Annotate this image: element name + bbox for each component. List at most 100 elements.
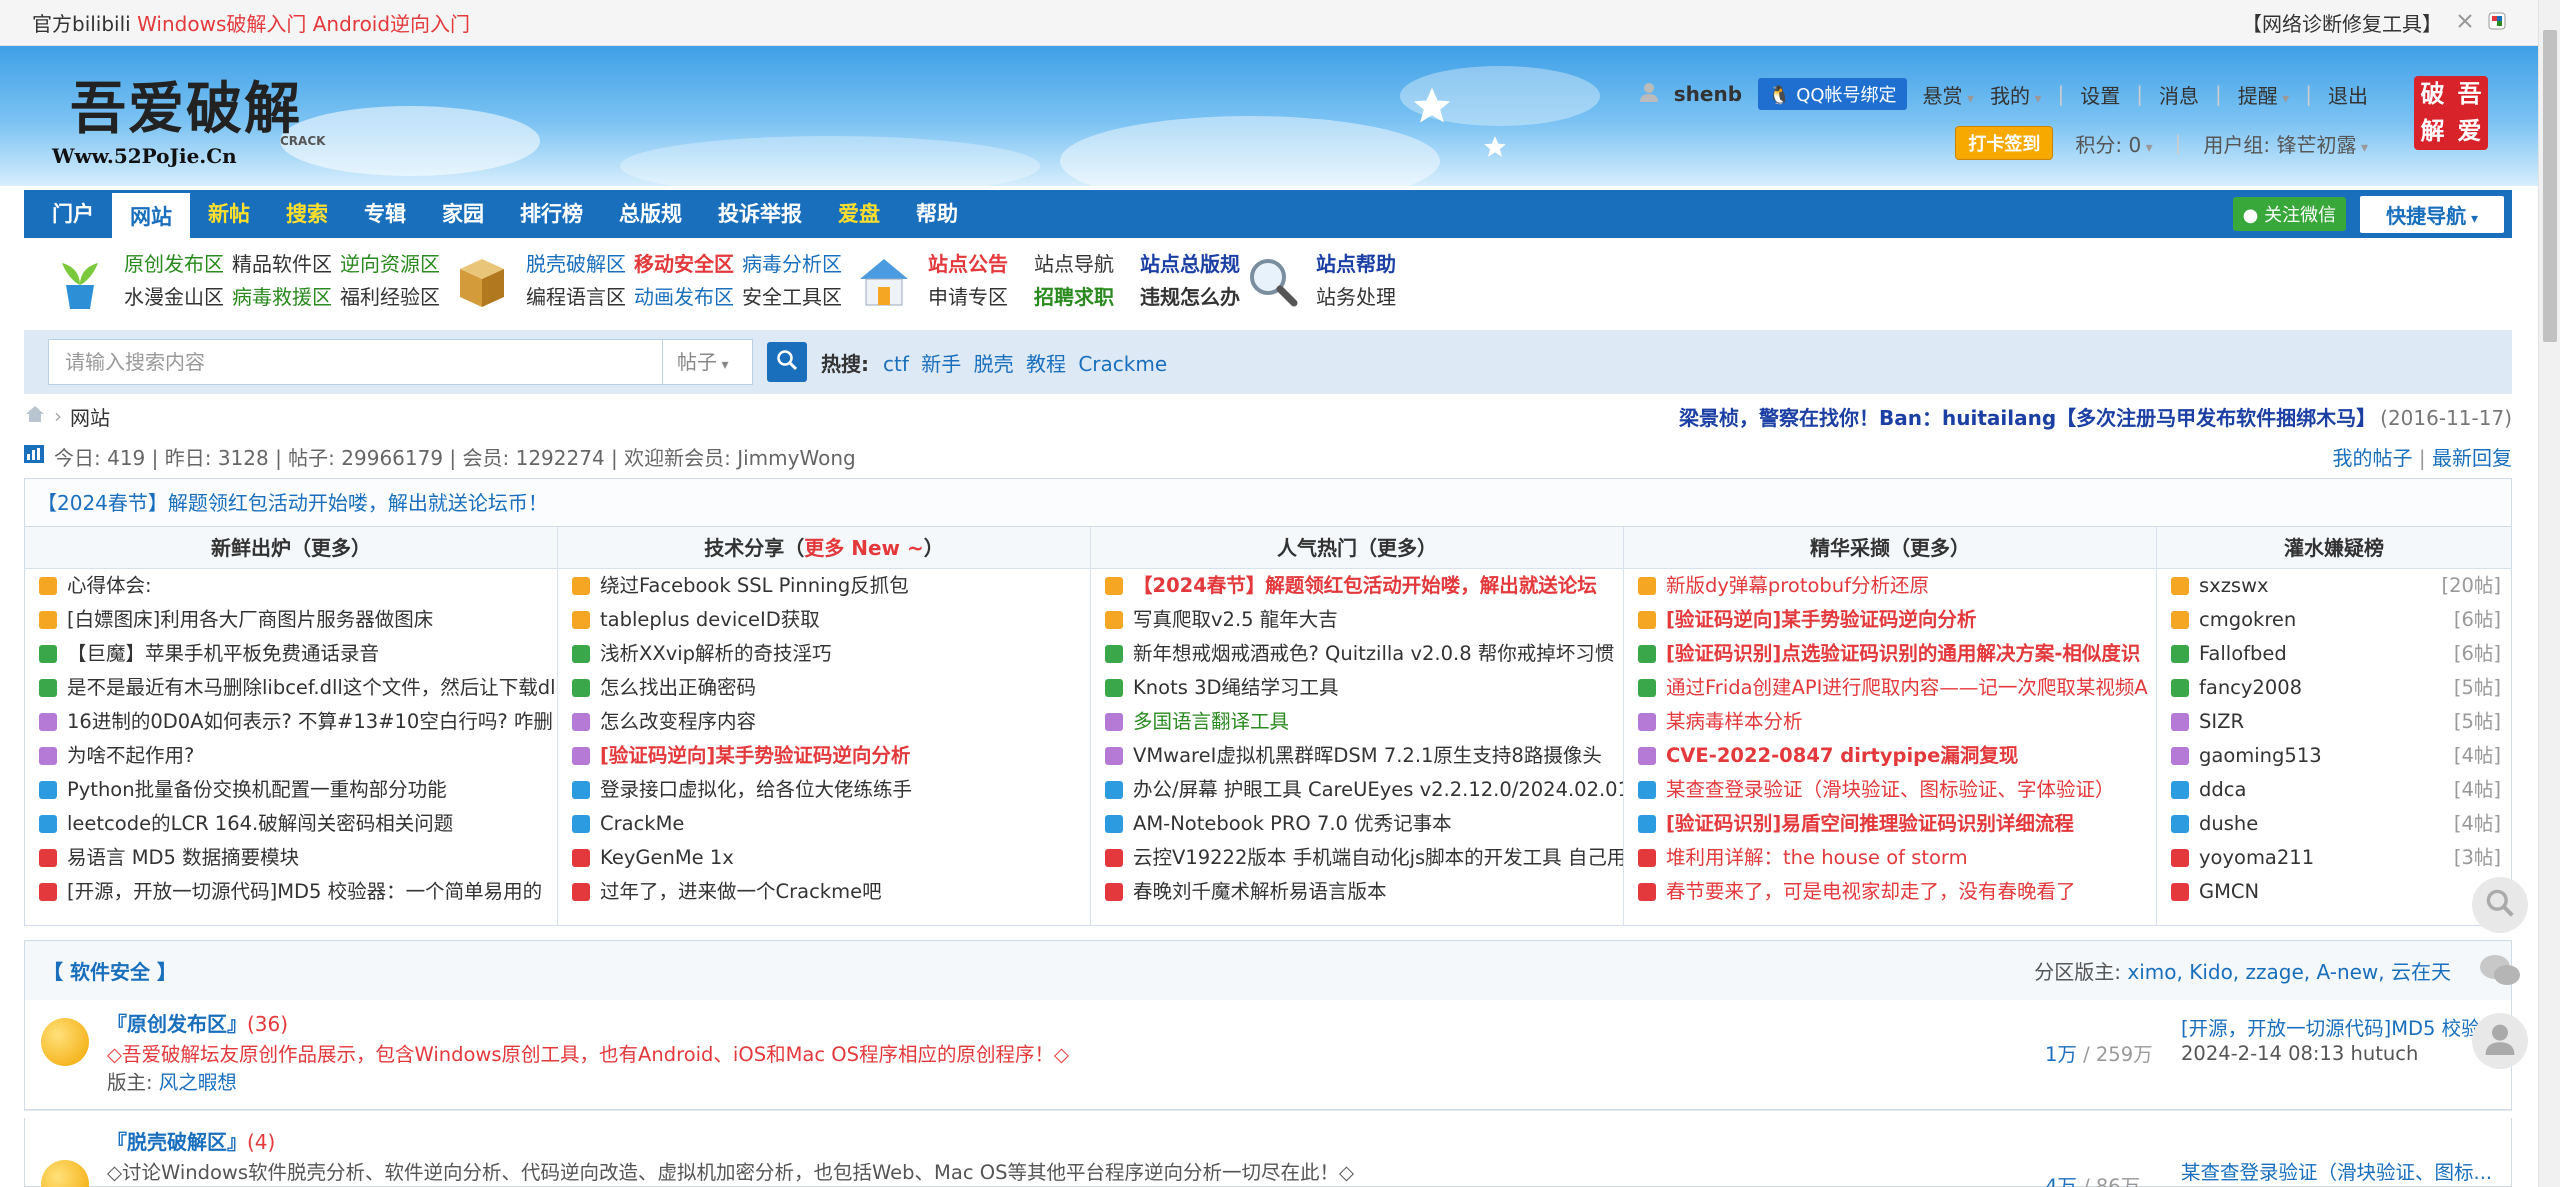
logout-link[interactable]: 退出 bbox=[2328, 80, 2368, 109]
search-type-select[interactable]: 帖子 ▾ bbox=[663, 339, 753, 385]
topic-item[interactable]: tableplus deviceID获取 bbox=[558, 603, 1090, 637]
reminders-menu[interactable]: 提醒 ▾ bbox=[2238, 80, 2289, 109]
topic-item[interactable]: 写真爬取v2.5 龍年大吉 bbox=[1091, 603, 1623, 637]
scrollbar[interactable] bbox=[2538, 0, 2560, 1187]
column-title[interactable]: 人气热门（更多） bbox=[1091, 527, 1623, 569]
topic-item[interactable]: [验证码识别]点选验证码识别的通用解决方案-相似度识 bbox=[1624, 637, 2156, 671]
topic-item[interactable]: [验证码逆向]某手势验证码逆向分析 bbox=[1624, 603, 2156, 637]
topic-item[interactable]: Python批量备份交换机配置一重构部分功能 bbox=[25, 773, 557, 807]
points-menu[interactable]: 积分: 0 ▾ bbox=[2075, 129, 2152, 158]
topic-item[interactable]: 某病毒样本分析 bbox=[1624, 705, 2156, 739]
column-title[interactable]: 技术分享（更多 New ~） bbox=[558, 527, 1090, 569]
reverse-resource-link[interactable]: 逆向资源区 bbox=[340, 248, 440, 281]
username-link[interactable]: shenb bbox=[1674, 82, 1742, 106]
topic-item[interactable]: 春晚刘千魔术解析易语言版本 bbox=[1091, 875, 1623, 909]
nav-report[interactable]: 投诉举报 bbox=[700, 190, 820, 238]
settings-link[interactable]: 设置 bbox=[2080, 80, 2120, 109]
topic-item[interactable]: 是不是最近有木马删除libcef.dll这个文件，然后让下载dl bbox=[25, 671, 557, 705]
home-icon[interactable] bbox=[24, 404, 46, 429]
nav-new-posts[interactable]: 新帖 bbox=[190, 190, 268, 238]
topic-item[interactable]: 春节要来了，可是电视家却走了，没有春晚看了 bbox=[1624, 875, 2156, 909]
nav-site[interactable]: 网站 bbox=[112, 190, 190, 238]
spam-rank-item[interactable]: fancy2008 [5帖] bbox=[2157, 671, 2511, 705]
nav-home[interactable]: 家园 bbox=[424, 190, 502, 238]
topic-item[interactable]: 浅析XXvip解析的奇技淫巧 bbox=[558, 637, 1090, 671]
search-button[interactable] bbox=[767, 342, 807, 382]
latest-reply-link[interactable]: 最新回复 bbox=[2432, 446, 2512, 470]
windows-crack-link[interactable]: Windows破解入门 bbox=[137, 12, 306, 36]
topic-item[interactable]: 办公/屏幕 护眼工具 CareUEyes v2.2.12.0/2024.02.0… bbox=[1091, 773, 1623, 807]
topic-item[interactable]: VMwareI虚拟机黑群晖DSM 7.2.1原生支持8路摄像头 bbox=[1091, 739, 1623, 773]
site-logo[interactable]: 吾爱破解 Www.52PoJie.Cn CRACK bbox=[40, 64, 340, 174]
topic-item[interactable]: CVE-2022-0847 dirtypipe漏洞复现 bbox=[1624, 739, 2156, 773]
forum-row[interactable]: 『脱壳破解区』(4) ◇讨论Windows软件脱壳分析、软件逆向分析、代码逆向改… bbox=[24, 1118, 2512, 1187]
color-palette-icon[interactable] bbox=[2488, 11, 2506, 35]
site-announcement[interactable]: 梁景桢，警察在找你！Ban：huitailang【多次注册马甲发布软件捆绑木马】… bbox=[1679, 402, 2512, 431]
nav-portal[interactable]: 门户 bbox=[34, 190, 112, 238]
float-wechat-button[interactable] bbox=[2472, 945, 2528, 1001]
my-menu[interactable]: 我的 ▾ bbox=[1990, 80, 2041, 109]
bilibili-link[interactable]: 官方bilibili bbox=[32, 12, 131, 36]
site-navigation-link[interactable]: 站点导航 bbox=[1034, 248, 1114, 281]
column-title[interactable]: 新鲜出炉（更多） bbox=[25, 527, 557, 569]
float-user-button[interactable] bbox=[2472, 1013, 2528, 1069]
site-notice-link[interactable]: 站点公告 bbox=[928, 248, 1008, 281]
nav-rules[interactable]: 总版规 bbox=[601, 190, 700, 238]
close-icon[interactable] bbox=[2456, 11, 2474, 35]
topic-item[interactable]: AM-Notebook PRO 7.0 优秀记事本 bbox=[1091, 807, 1623, 841]
hot-search-item[interactable]: 教程 bbox=[1026, 352, 1066, 376]
reward-menu[interactable]: 悬赏 ▾ bbox=[1923, 80, 1974, 109]
android-reverse-link[interactable]: Android逆向入门 bbox=[313, 12, 470, 36]
spam-rank-item[interactable]: SIZR [5帖] bbox=[2157, 705, 2511, 739]
topic-item[interactable]: 绕过Facebook SSL Pinning反抓包 bbox=[558, 569, 1090, 603]
forum-last-post[interactable]: [开源，开放一切源代码]MD5 校验器 bbox=[2181, 1012, 2501, 1041]
topic-item[interactable]: 堆利用详解：the house of storm bbox=[1624, 841, 2156, 875]
forum-last-post[interactable]: 某查查登录验证（滑块验证、图标... bbox=[2181, 1156, 2501, 1185]
topic-item[interactable]: 新年想戒烟戒酒戒色? Quitzilla v2.0.8 帮你戒掉坏习惯 bbox=[1091, 637, 1623, 671]
topic-item[interactable]: CrackMe bbox=[558, 807, 1090, 841]
topic-item[interactable]: 云控V19222版本 手机端自动化js脚本的开发工具 自己用 bbox=[1091, 841, 1623, 875]
topic-item[interactable]: 易语言 MD5 数据摘要模块 bbox=[25, 841, 557, 875]
topic-item[interactable]: Knots 3D绳结学习工具 bbox=[1091, 671, 1623, 705]
nav-help[interactable]: 帮助 bbox=[898, 190, 976, 238]
section-title[interactable]: 【 软件安全 】 bbox=[43, 956, 177, 985]
topic-item[interactable]: 新版dy弹幕protobuf分析还原 bbox=[1624, 569, 2156, 603]
hot-search-item[interactable]: ctf bbox=[883, 352, 909, 376]
original-release-link[interactable]: 原创发布区 bbox=[124, 248, 224, 281]
forum-name[interactable]: 『脱壳破解区』(4) bbox=[107, 1126, 275, 1155]
topic-item[interactable]: 通过Frida创建API进行爬取内容——记一次爬取某视频A bbox=[1624, 671, 2156, 705]
topic-item[interactable]: 为啥不起作用? bbox=[25, 739, 557, 773]
quick-nav-button[interactable]: 快捷导航 ▾ bbox=[2360, 195, 2504, 233]
topic-item[interactable]: 某查查登录验证（滑块验证、图标验证、字体验证） bbox=[1624, 773, 2156, 807]
site-help-link[interactable]: 站点帮助 bbox=[1316, 248, 1396, 281]
topic-item[interactable]: [开源，开放一切源代码]MD5 校验器：一个简单易用的 bbox=[25, 875, 557, 909]
spam-rank-item[interactable]: yoyoma211 [3帖] bbox=[2157, 841, 2511, 875]
topic-item[interactable]: KeyGenMe 1x bbox=[558, 841, 1090, 875]
nav-search[interactable]: 搜索 bbox=[268, 190, 346, 238]
topic-item[interactable]: 登录接口虚拟化，给各位大佬练练手 bbox=[558, 773, 1090, 807]
virus-analysis-link[interactable]: 病毒分析区 bbox=[742, 248, 842, 281]
float-search-button[interactable] bbox=[2472, 877, 2528, 933]
spam-rank-item[interactable]: GMCN[3 bbox=[2157, 875, 2511, 909]
spam-rank-item[interactable]: ddca [4帖] bbox=[2157, 773, 2511, 807]
forum-name[interactable]: 『原创发布区』(36) bbox=[107, 1008, 288, 1037]
checkin-button[interactable]: 打卡签到 bbox=[1955, 126, 2054, 160]
my-posts-link[interactable]: 我的帖子 bbox=[2333, 446, 2413, 470]
spam-rank-item[interactable]: Fallofbed [6帖] bbox=[2157, 637, 2511, 671]
topic-item[interactable]: [白嫖图床]利用各大厂商图片服务器做图床 bbox=[25, 603, 557, 637]
jobs-link[interactable]: 招聘求职 bbox=[1034, 281, 1114, 314]
welfare-link[interactable]: 福利经验区 bbox=[340, 281, 440, 314]
topic-item[interactable]: 【2024春节】解题领红包活动开始喽，解出就送论坛 bbox=[1091, 569, 1623, 603]
topic-item[interactable]: 多国语言翻译工具 bbox=[1091, 705, 1623, 739]
topic-item[interactable]: [验证码逆向]某手势验证码逆向分析 bbox=[558, 739, 1090, 773]
scrollbar-thumb[interactable] bbox=[2543, 30, 2557, 342]
mobile-security-link[interactable]: 移动安全区 bbox=[634, 248, 734, 281]
violation-link[interactable]: 违规怎么办 bbox=[1140, 281, 1240, 314]
nav-aipan[interactable]: 爱盘 bbox=[820, 190, 898, 238]
column-title[interactable]: 精华采撷（更多） bbox=[1624, 527, 2156, 569]
animation-release-link[interactable]: 动画发布区 bbox=[634, 281, 734, 314]
site-rules-link[interactable]: 站点总版规 bbox=[1140, 248, 1240, 281]
topic-item[interactable]: 过年了，进来做一个Crackme吧 bbox=[558, 875, 1090, 909]
apply-area-link[interactable]: 申请专区 bbox=[928, 281, 1008, 314]
topic-item[interactable]: 16进制的0D0A如何表示? 不算#13#10空白行吗? 咋删 bbox=[25, 705, 557, 739]
